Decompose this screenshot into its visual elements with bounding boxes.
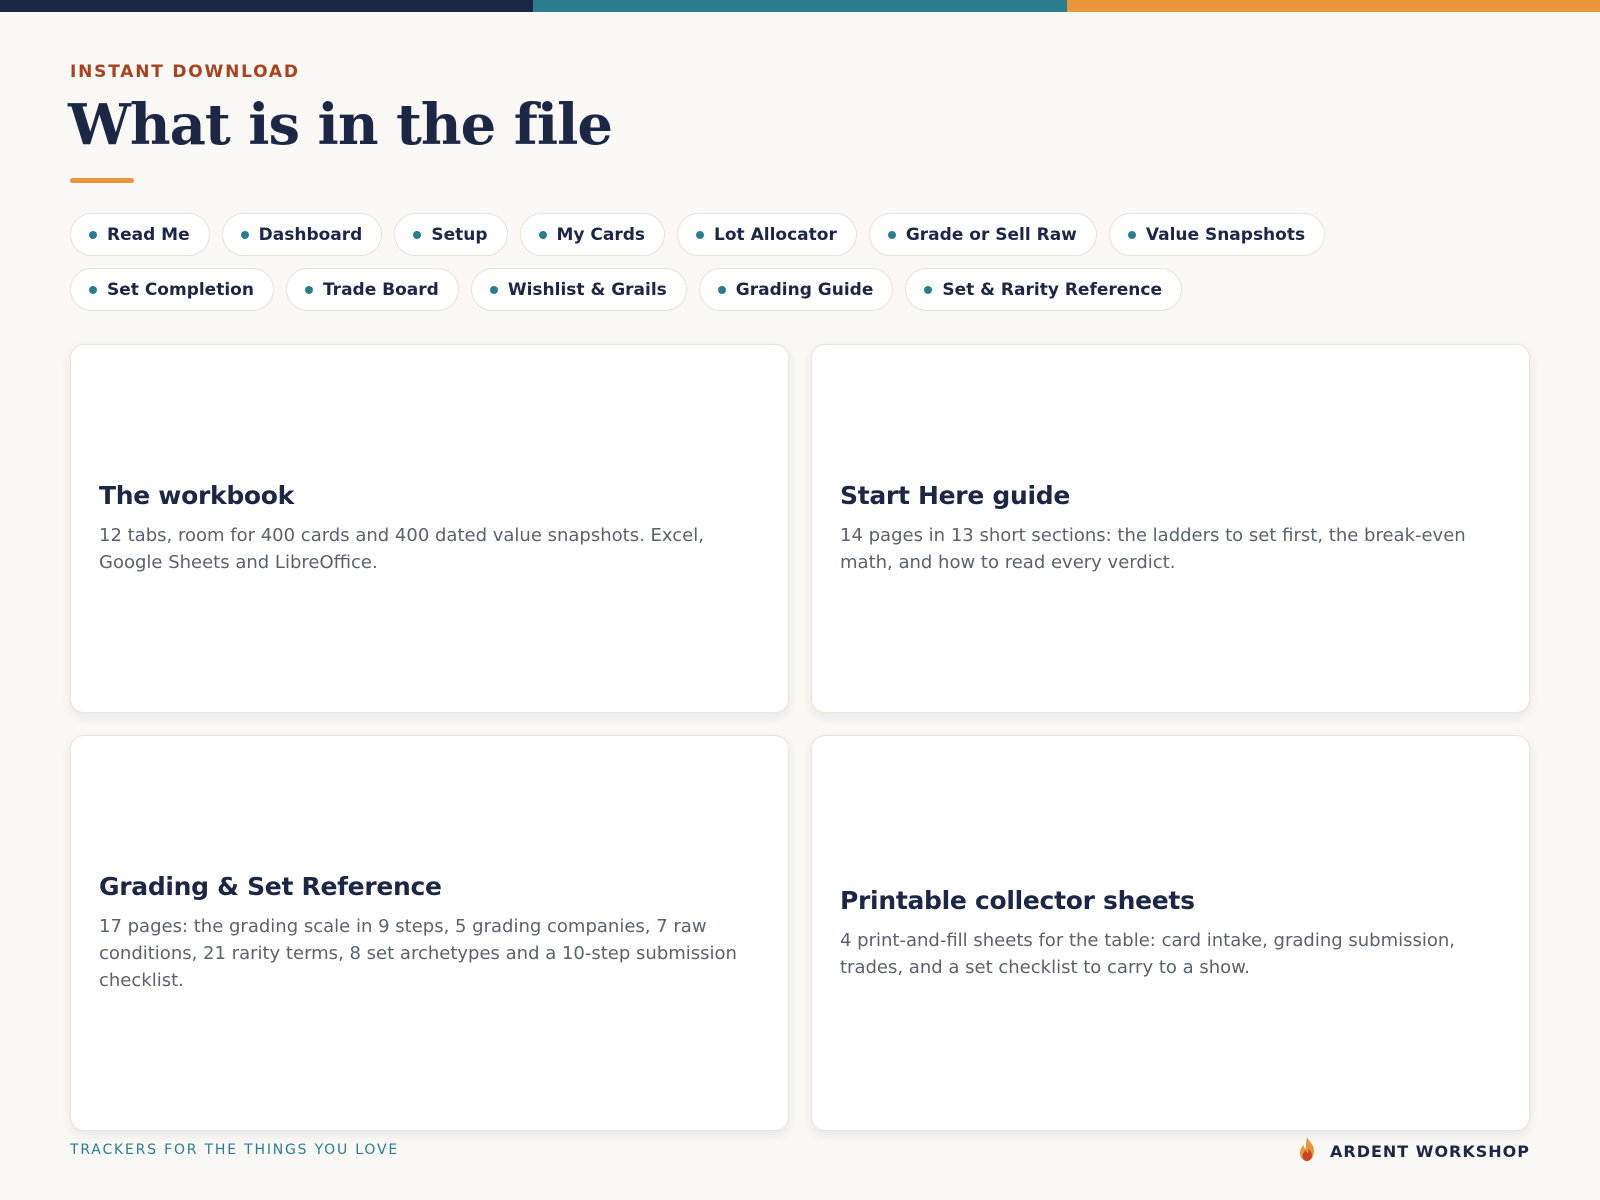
chip-grading-guide[interactable]: Grading Guide xyxy=(698,268,894,311)
card-title: The workbook xyxy=(99,481,295,510)
chip-label: Dashboard xyxy=(258,224,363,245)
card-title: Grading & Set Reference xyxy=(99,872,442,901)
chip-trade-board[interactable]: Trade Board xyxy=(285,268,459,311)
chip-label: Grading Guide xyxy=(735,279,874,300)
footer-tagline: TRACKERS FOR THE THINGS YOU LOVE xyxy=(70,1142,399,1158)
chip-label: Read Me xyxy=(107,224,190,245)
bullet-dot-icon xyxy=(89,285,97,294)
chip-label: Setup xyxy=(431,224,488,245)
title-underline xyxy=(70,178,134,183)
top-bar-navy-segment xyxy=(0,0,534,12)
brand-name: ARDENT WORKSHOP xyxy=(1330,1142,1530,1161)
card-workbook: The workbook 12 tabs, room for 400 cards… xyxy=(70,344,789,713)
chip-set-rarity-reference[interactable]: Set & Rarity Reference xyxy=(905,268,1182,311)
footer-brand: ARDENT WORKSHOP xyxy=(1296,1136,1530,1167)
card-title: Printable collector sheets xyxy=(840,885,1195,915)
chip-label: Set Completion xyxy=(107,279,254,300)
bullet-dot-icon xyxy=(717,285,726,294)
content-card-grid: The workbook 12 tabs, room for 400 cards… xyxy=(70,344,1530,1131)
bullet-dot-icon xyxy=(887,230,896,239)
tab-chip-list: Read Me Dashboard Setup My Cards Lot All… xyxy=(70,213,1530,311)
bullet-dot-icon xyxy=(413,230,422,239)
bullet-dot-icon xyxy=(304,285,313,294)
top-color-bar xyxy=(0,0,1600,12)
card-printable-collector-sheets: Printable collector sheets 4 print-and-f… xyxy=(811,735,1530,1131)
eyebrow-label: INSTANT DOWNLOAD xyxy=(70,62,300,82)
chip-label: My Cards xyxy=(556,224,646,245)
chip-label: Wishlist & Grails xyxy=(507,279,667,300)
chip-wishlist-grails[interactable]: Wishlist & Grails xyxy=(470,268,687,311)
chip-label: Set & Rarity Reference xyxy=(942,279,1162,300)
chip-label: Value Snapshots xyxy=(1145,224,1306,245)
card-description: 14 pages in 13 short sections: the ladde… xyxy=(840,525,1466,573)
bullet-dot-icon xyxy=(696,230,705,239)
bullet-dot-icon xyxy=(240,230,249,239)
card-grading-set-reference: Grading & Set Reference 17 pages: the gr… xyxy=(70,735,789,1131)
chip-dashboard[interactable]: Dashboard xyxy=(221,213,383,256)
chip-label: Lot Allocator xyxy=(714,224,837,245)
card-title: Start Here guide xyxy=(840,481,1070,510)
card-start-here-guide: Start Here guide 14 pages in 13 short se… xyxy=(811,344,1530,713)
chip-grade-or-sell-raw[interactable]: Grade or Sell Raw xyxy=(868,213,1097,256)
card-description: 12 tabs, room for 400 cards and 400 date… xyxy=(99,525,704,573)
top-bar-orange-segment xyxy=(1066,0,1600,12)
card-description: 4 print-and-fill sheets for the table: c… xyxy=(840,929,1456,978)
chip-setup[interactable]: Setup xyxy=(394,213,508,256)
chip-my-cards[interactable]: My Cards xyxy=(519,213,666,256)
chip-label: Grade or Sell Raw xyxy=(905,224,1077,245)
chip-set-completion[interactable]: Set Completion xyxy=(70,268,274,311)
flame-icon xyxy=(1296,1136,1318,1167)
bullet-dot-icon xyxy=(1127,230,1136,239)
chip-lot-allocator[interactable]: Lot Allocator xyxy=(677,213,857,256)
card-description: 17 pages: the grading scale in 9 steps, … xyxy=(99,916,737,991)
top-bar-teal-segment xyxy=(533,0,1067,12)
bullet-dot-icon xyxy=(489,285,498,294)
bullet-dot-icon xyxy=(538,230,547,239)
bullet-dot-icon xyxy=(924,285,933,294)
chip-label: Trade Board xyxy=(322,279,439,300)
page-title: What is in the file xyxy=(68,92,613,158)
chip-read-me[interactable]: Read Me xyxy=(70,213,210,256)
bullet-dot-icon xyxy=(89,230,97,239)
chip-value-snapshots[interactable]: Value Snapshots xyxy=(1108,213,1326,256)
